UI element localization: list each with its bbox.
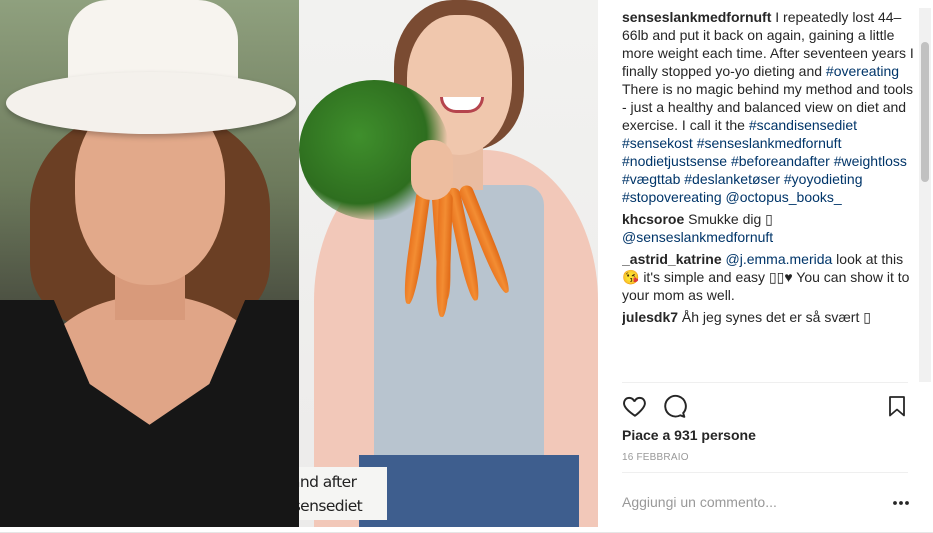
comment-text: Smukke dig ▯ bbox=[684, 211, 773, 227]
more-options-icon[interactable] bbox=[890, 496, 912, 508]
divider bbox=[622, 382, 908, 383]
scrollbar-thumb[interactable] bbox=[921, 42, 929, 182]
before-photo bbox=[0, 0, 299, 527]
comment-bubble-icon[interactable] bbox=[661, 393, 687, 419]
comment-input[interactable] bbox=[622, 491, 872, 513]
comment-username[interactable]: julesdk7 bbox=[622, 309, 678, 325]
divider bbox=[622, 472, 908, 473]
bookmark-icon[interactable] bbox=[885, 393, 911, 419]
comment-username[interactable]: _astrid_katrine bbox=[622, 251, 722, 267]
post-sidebar: senseslankmedfornuft I repeatedly lost 4… bbox=[598, 0, 933, 527]
mention-link[interactable]: @senseslankmedfornuft bbox=[622, 229, 773, 245]
list-item: _astrid_katrine @j.emma.merida look at t… bbox=[622, 250, 916, 304]
instagram-post: Before and after #scandisensediet senses… bbox=[0, 0, 933, 533]
post-date[interactable]: 16 FEBBRAIO bbox=[622, 452, 689, 463]
after-photo bbox=[299, 0, 598, 527]
comment-username[interactable]: khcsoroe bbox=[622, 211, 684, 227]
caption-comment: senseslankmedfornuft I repeatedly lost 4… bbox=[622, 8, 916, 206]
comments-list[interactable]: senseslankmedfornuft I repeatedly lost 4… bbox=[622, 8, 916, 382]
hashtag-link[interactable]: #overeating bbox=[826, 63, 899, 79]
comment-text: Åh jeg synes det er så svært ▯ bbox=[678, 309, 871, 325]
likes-count[interactable]: Piace a 931 persone bbox=[622, 427, 756, 443]
heart-icon[interactable] bbox=[622, 393, 648, 419]
list-item: julesdk7 Åh jeg synes det er så svært ▯ bbox=[622, 308, 916, 326]
mention-link[interactable]: @j.emma.merida bbox=[726, 251, 833, 267]
list-item: khcsoroe Smukke dig ▯ @senseslankmedforn… bbox=[622, 210, 916, 246]
post-image[interactable]: Before and after #scandisensediet bbox=[0, 0, 598, 527]
comment-username[interactable]: senseslankmedfornuft bbox=[622, 9, 771, 25]
